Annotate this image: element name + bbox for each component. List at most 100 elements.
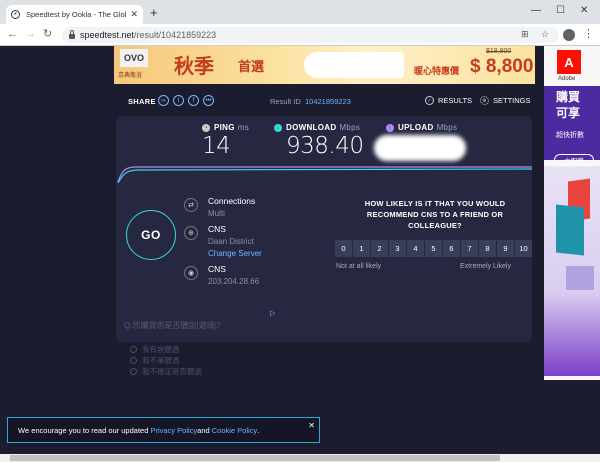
radio-icon[interactable] (130, 368, 137, 375)
minimize-icon[interactable]: — (531, 6, 541, 16)
survey-score-9[interactable]: 9 (497, 240, 514, 257)
survey-score-8[interactable]: 8 (479, 240, 496, 257)
browser-titlebar: Speedtest by Ookla - The Glob ✕ + — ☐ ✕ (0, 0, 600, 24)
survey-high-label: Extremely Likely (460, 263, 511, 270)
speed-graph (117, 166, 532, 184)
connections-mode[interactable]: Multi (208, 209, 225, 218)
survey-score-3[interactable]: 3 (389, 240, 406, 257)
back-icon[interactable]: ← (7, 28, 18, 41)
poll-option[interactable]: 我不單聽過 (130, 355, 180, 366)
poll-option[interactable]: 我不確定是否聽過 (130, 366, 202, 377)
browser-toolbar: ← → ↻ speedtest.net/result/10421859223 ⊞… (0, 24, 600, 46)
art-block (566, 266, 594, 290)
side-ad-cta-button[interactable]: 立即購 (554, 154, 594, 166)
survey-score-1[interactable]: 1 (353, 240, 370, 257)
side-ad-illustration (544, 166, 600, 376)
ping-metric: ◔ PING ms 14 (202, 123, 249, 159)
scrollbar-thumb[interactable] (10, 455, 500, 461)
translate-icon[interactable]: ⊞ (521, 29, 529, 40)
settings-button[interactable]: ⚙ SETTINGS (480, 96, 531, 105)
check-icon: ✓ (425, 96, 434, 105)
side-ad-line2: 可享 (556, 106, 581, 120)
survey-score-5[interactable]: 5 (425, 240, 442, 257)
survey-score-4[interactable]: 4 (407, 240, 424, 257)
tab-close-icon[interactable]: ✕ (130, 9, 138, 20)
connections-icon: ⇄ (184, 198, 198, 212)
share-link-icon[interactable]: ∞ (158, 95, 169, 106)
go-button[interactable]: GO (126, 210, 176, 260)
reload-icon[interactable]: ↻ (43, 28, 52, 41)
radio-icon[interactable] (130, 357, 137, 364)
share-row: SHARE ∞ t f ••• Result ID 10421859223 ✓ … (0, 95, 600, 109)
bookmark-star-icon[interactable]: ☆ (541, 29, 549, 40)
ping-unit: ms (237, 123, 250, 132)
share-twitter-icon[interactable]: t (173, 95, 184, 106)
forward-icon[interactable]: → (25, 28, 36, 41)
menu-kebab-icon[interactable]: ⋮ (583, 28, 594, 41)
new-tab-icon[interactable]: + (150, 6, 158, 19)
poll-option[interactable]: 我有說聽過 (130, 344, 180, 355)
side-ad-sub: 超快折數 (556, 132, 584, 139)
ad-old-price: $18,800 (486, 48, 512, 55)
server-name: CNS (208, 224, 226, 234)
ad-title: 秋季 (174, 56, 214, 78)
survey-scale: 0 1 2 3 4 5 6 7 8 9 10 (335, 240, 533, 257)
side-ad-line1: 購買 (556, 90, 581, 104)
profile-avatar-icon[interactable] (563, 29, 575, 41)
adobe-logo-icon: A (557, 50, 581, 74)
poll-option-label: 我不單聽過 (142, 356, 180, 365)
cookie-policy-link[interactable]: Cookie Policy (212, 426, 257, 435)
survey-score-6[interactable]: 6 (443, 240, 460, 257)
lock-icon[interactable] (69, 30, 75, 39)
ping-label: PING (214, 123, 235, 132)
results-button[interactable]: ✓ RESULTS (425, 96, 472, 105)
privacy-policy-link[interactable]: Privacy Policy (150, 426, 197, 435)
address-bar[interactable]: speedtest.net/result/10421859223 ⊞ ☆ (62, 27, 559, 43)
survey-score-2[interactable]: 2 (371, 240, 388, 257)
top-ad-banner[interactable]: OVO 京典衛浴 秋季 首選 暖心特惠價 $18,800 $ 8,800 (114, 46, 535, 84)
upload-arrow-icon: ↑ (386, 123, 394, 132)
radio-icon[interactable] (130, 346, 137, 353)
url-host: speedtest.net (80, 30, 135, 40)
share-label: SHARE (128, 97, 156, 106)
share-more-icon[interactable]: ••• (203, 95, 214, 106)
person-icon: ◉ (184, 266, 198, 280)
change-server-link[interactable]: Change Server (208, 249, 262, 258)
cookie-suffix: . (257, 425, 260, 435)
cookie-banner: We encourage you to read our updated Pri… (7, 417, 320, 443)
survey-score-10[interactable]: 10 (515, 240, 532, 257)
poll-question: Q:您購買您是否聽說[選綠]？ (124, 321, 225, 330)
upload-unit: Mbps (436, 123, 458, 132)
connections-title: Connections (208, 196, 256, 206)
horizontal-scrollbar[interactable] (0, 454, 600, 462)
download-value: 938.40 (286, 133, 364, 159)
close-window-icon[interactable]: ✕ (580, 6, 588, 16)
download-label: DOWNLOAD (286, 123, 337, 132)
redacted-upload-value (374, 135, 466, 161)
ping-value: 14 (202, 133, 231, 159)
maximize-icon[interactable]: ☐ (556, 6, 565, 16)
ad-brand-sub: 京典衛浴 (118, 73, 143, 79)
results-label: RESULTS (438, 96, 473, 105)
share-facebook-icon[interactable]: f (188, 95, 199, 106)
download-metric: ↓ DOWNLOAD Mbps 938.40 (274, 123, 364, 159)
cookie-close-icon[interactable]: ✕ (308, 421, 315, 430)
gear-icon: ⚙ (480, 96, 489, 105)
art-block (556, 204, 584, 256)
adobe-brand: Adobe (558, 76, 576, 82)
download-graph-line (117, 168, 532, 184)
browser-tab[interactable]: Speedtest by Ookla - The Glob ✕ (6, 5, 143, 24)
ping-icon: ◔ (202, 123, 210, 132)
result-id-value[interactable]: 10421859223 (305, 97, 351, 106)
download-arrow-icon: ↓ (274, 123, 282, 132)
isp-name: CNS (208, 264, 226, 274)
side-ad-adobe[interactable]: A Adobe 購買 可享 超快折數 立即購 (544, 46, 600, 380)
cookie-prefix: We encourage you to read our updated (18, 425, 149, 435)
globe-icon: ⊕ (184, 226, 198, 240)
upload-label: UPLOAD (398, 123, 434, 132)
survey-low-label: Not at all likely (336, 263, 382, 270)
survey-score-7[interactable]: 7 (461, 240, 478, 257)
adchoices-icon[interactable]: ▷ (270, 309, 275, 317)
upload-metric: ↑ UPLOAD Mbps (386, 123, 457, 133)
survey-score-0[interactable]: 0 (335, 240, 352, 257)
